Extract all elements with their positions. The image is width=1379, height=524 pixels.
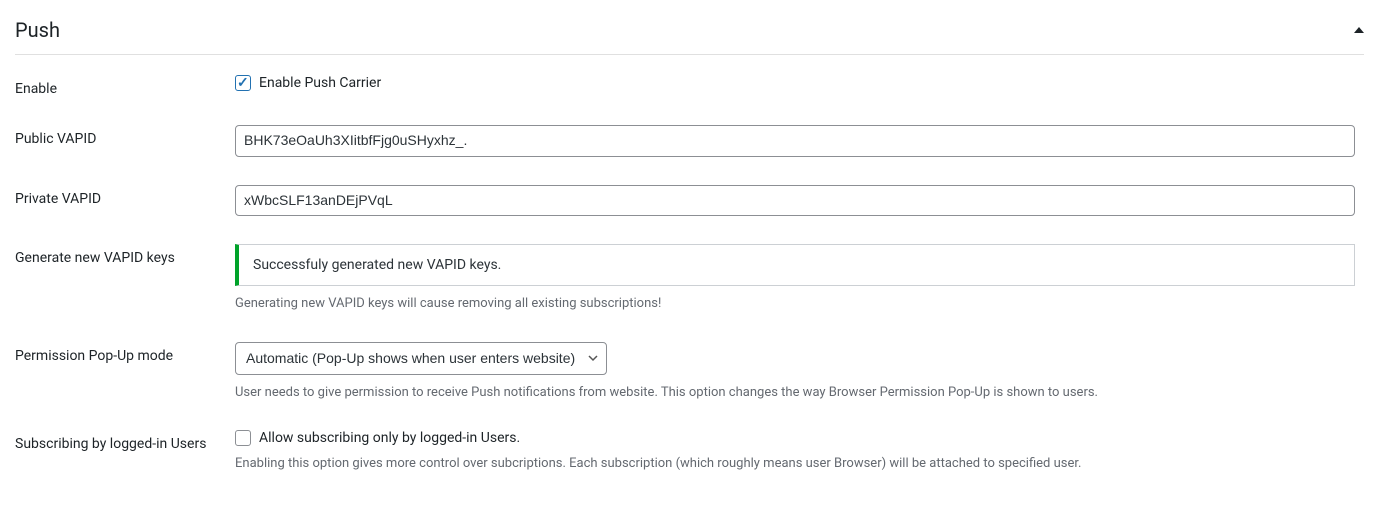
success-notice: Successfuly generated new VAPID keys. [235,244,1355,286]
subscribing-checkbox-label: Allow subscribing only by logged-in User… [259,430,520,446]
generate-keys-label: Generate new VAPID keys [15,244,235,266]
caret-up-icon [1354,27,1364,33]
subscribing-help-text: Enabling this option gives more control … [235,454,1355,474]
private-vapid-input[interactable] [235,185,1355,217]
enable-label: Enable [15,75,235,97]
private-vapid-label: Private VAPID [15,185,235,207]
subscribing-label: Subscribing by logged-in Users [15,430,235,452]
subscribing-row: Subscribing by logged-in Users Allow sub… [15,430,1364,474]
enable-checkbox-label: Enable Push Carrier [259,75,381,91]
popup-mode-label: Permission Pop-Up mode [15,342,235,364]
popup-mode-row: Permission Pop-Up mode Automatic (Pop-Up… [15,342,1364,403]
subscribing-checkbox-wrapper[interactable]: Allow subscribing only by logged-in User… [235,430,1355,446]
section-title: Push [15,18,60,42]
enable-checkbox-wrapper[interactable]: Enable Push Carrier [235,75,1355,91]
generate-help-text: Generating new VAPID keys will cause rem… [235,294,1355,314]
popup-mode-help-text: User needs to give permission to receive… [235,383,1355,403]
success-message: Successfuly generated new VAPID keys. [253,257,501,273]
popup-mode-select[interactable]: Automatic (Pop-Up shows when user enters… [235,342,607,375]
subscribing-checkbox[interactable] [235,430,251,446]
public-vapid-input[interactable] [235,125,1355,157]
enable-row: Enable Enable Push Carrier [15,75,1364,97]
generate-keys-row: Generate new VAPID keys Successfuly gene… [15,244,1364,314]
public-vapid-row: Public VAPID [15,125,1364,157]
public-vapid-label: Public VAPID [15,125,235,147]
enable-checkbox[interactable] [235,75,251,91]
private-vapid-row: Private VAPID [15,185,1364,217]
settings-form: Enable Enable Push Carrier Public VAPID … [15,75,1364,474]
section-header[interactable]: Push [15,10,1364,55]
